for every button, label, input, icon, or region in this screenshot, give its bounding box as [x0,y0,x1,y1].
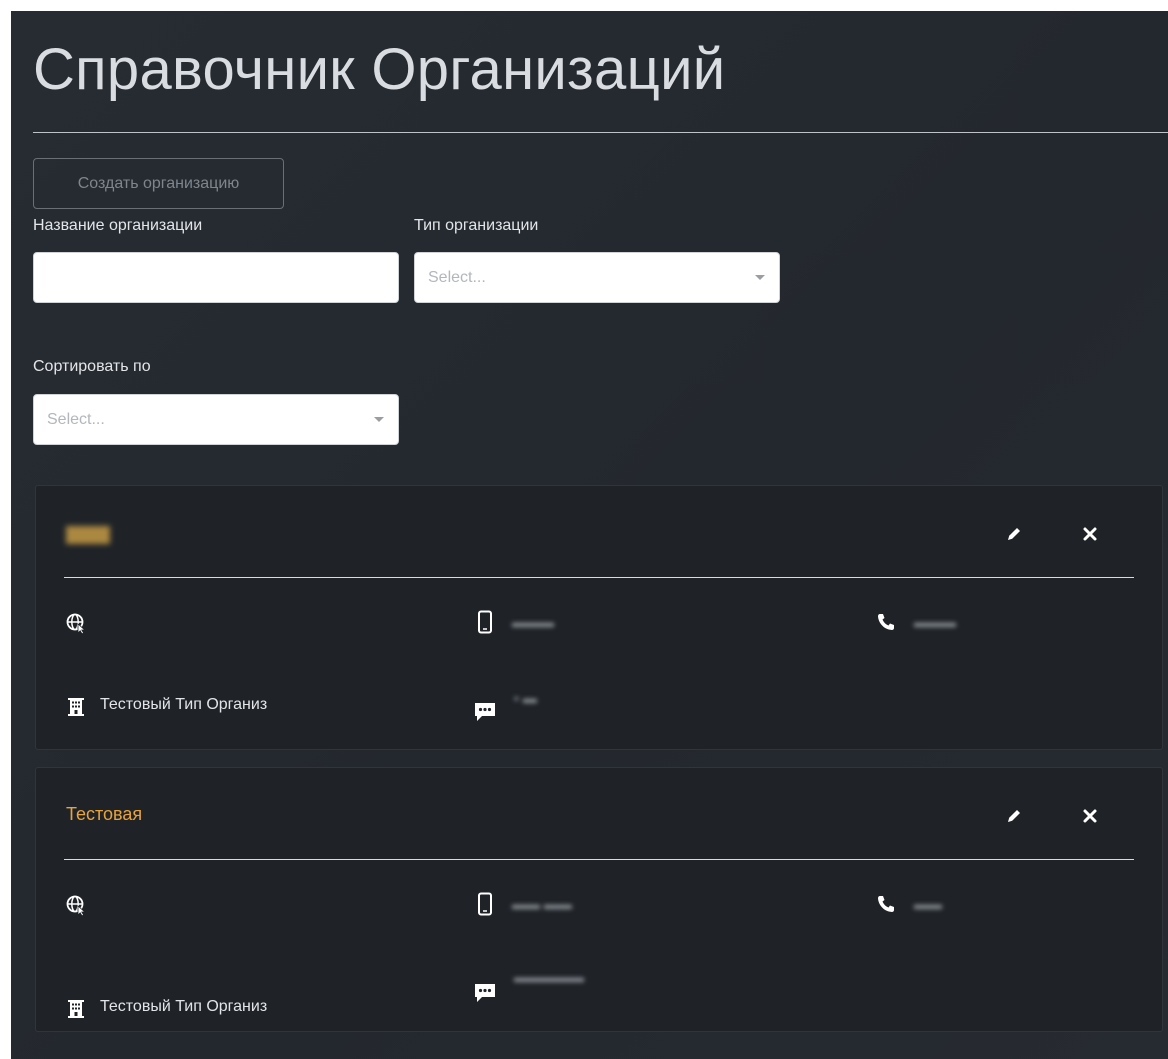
mobile-value: ▬▬▬ [512,614,554,630]
chat-bubble-icon [473,981,497,1005]
organization-name-input[interactable] [33,252,399,303]
close-icon [1083,527,1097,541]
card-divider [64,577,1134,578]
organization-type-value: Тестовый Тип Организ [100,696,268,713]
edit-button[interactable] [1002,804,1026,828]
organization-type-value: Тестовый Тип Организ [100,998,268,1015]
close-icon [1083,809,1097,823]
organization-card-title: Тестовая [66,804,143,824]
sort-by-label: Сортировать по [33,358,151,375]
sort-by-placeholder: Select... [47,411,105,428]
sort-by-select[interactable]: Select... [33,394,399,445]
pencil-icon [1008,810,1020,822]
chevron-down-icon [755,275,765,280]
create-organization-button[interactable]: Создать организацию [33,158,284,209]
organization-card-title [66,526,110,544]
edit-button[interactable] [1002,522,1026,546]
phone-icon [874,610,898,634]
message-value: ▬▬▬▬▬ [514,969,584,985]
mobile-phone-icon [473,892,497,916]
organization-type-placeholder: Select... [428,269,486,286]
phone-value: ▬▬ [914,896,942,912]
organization-type-select[interactable]: Select... [414,252,780,303]
building-icon [64,694,88,718]
chevron-down-icon [374,417,384,422]
organization-name-label: Название организации [33,217,203,234]
page-title: Справочник Организаций [33,37,726,102]
globe-pointer-icon [64,893,88,917]
pencil-icon [1008,528,1020,540]
message-value: ▪ ▬ [514,690,537,706]
chat-bubble-icon [473,700,497,724]
globe-pointer-icon [64,611,88,635]
phone-icon [874,892,898,916]
mobile-phone-icon [473,610,497,634]
building-icon [64,996,88,1020]
organization-type-label: Тип организации [414,217,539,234]
organization-card: ▬▬▬ ▬▬▬ Тестовый Тип Организ ▪ ▬ [35,485,1163,750]
phone-value: ▬▬▬ [914,614,956,630]
mobile-value: ▬▬ ▬▬ [512,896,572,912]
title-divider [33,132,1168,133]
app-window: Справочник Организаций Создать организац… [11,11,1168,1059]
delete-button[interactable] [1078,804,1102,828]
organization-card: Тестовая ▬▬ ▬▬ ▬▬ Тестовый Тип Организ ▬… [35,767,1163,1032]
card-divider [64,859,1134,860]
delete-button[interactable] [1078,522,1102,546]
